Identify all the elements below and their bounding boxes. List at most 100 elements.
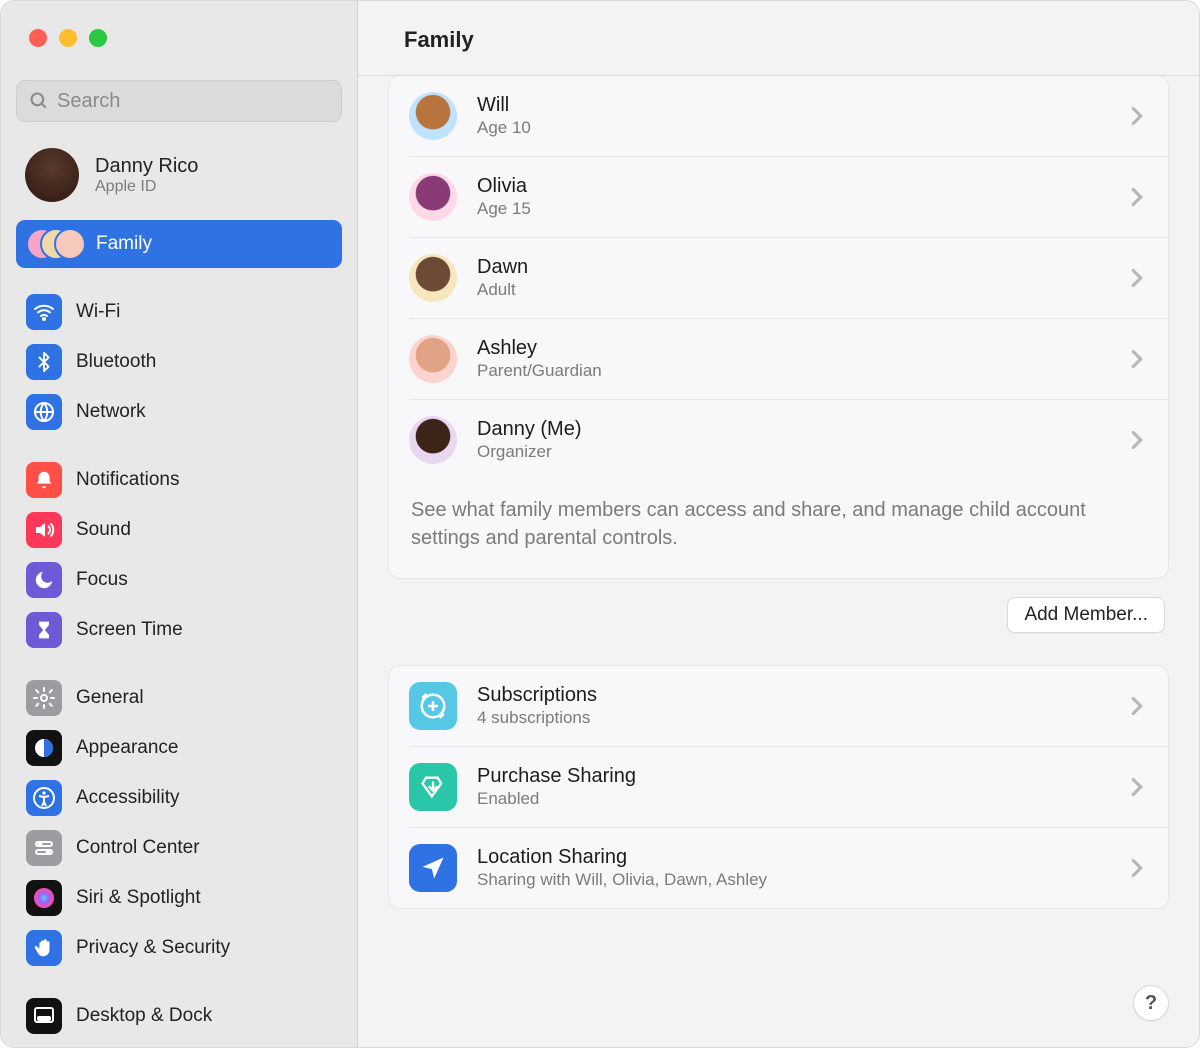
sidebar-item-label: Network bbox=[76, 401, 146, 423]
user-avatar bbox=[25, 148, 79, 202]
chevron-right-icon bbox=[1130, 777, 1148, 797]
family-avatars-icon bbox=[26, 226, 82, 262]
chevron-right-icon bbox=[1130, 187, 1148, 207]
appearance-icon bbox=[26, 730, 62, 766]
wifi-icon bbox=[26, 294, 62, 330]
feature-sub: 4 subscriptions bbox=[477, 708, 1110, 728]
sidebar-item-displays[interactable]: Displays bbox=[16, 1042, 342, 1047]
member-role: Adult bbox=[477, 280, 1110, 300]
family-member-row[interactable]: OliviaAge 15 bbox=[409, 156, 1168, 237]
sidebar-item-label: Appearance bbox=[76, 737, 178, 759]
family-member-row[interactable]: WillAge 10 bbox=[389, 76, 1168, 156]
sidebar-item-sound[interactable]: Sound bbox=[16, 506, 342, 554]
member-avatar bbox=[409, 254, 457, 302]
window-controls bbox=[1, 1, 357, 66]
sidebar-item-family[interactable]: Family bbox=[16, 220, 342, 268]
hand-icon bbox=[26, 930, 62, 966]
family-member-row[interactable]: Danny (Me)Organizer bbox=[409, 399, 1168, 480]
close-window-button[interactable] bbox=[29, 29, 47, 47]
purchase-icon bbox=[409, 763, 457, 811]
sidebar-nav: Family Wi-Fi Bluetooth Network Notification… bbox=[1, 220, 357, 1047]
member-name: Dawn bbox=[477, 256, 1110, 279]
search-input[interactable] bbox=[57, 90, 329, 113]
bell-icon bbox=[26, 462, 62, 498]
family-member-row[interactable]: DawnAdult bbox=[409, 237, 1168, 318]
feature-row-purchase-sharing[interactable]: Purchase SharingEnabled bbox=[409, 746, 1168, 827]
feature-title: Purchase Sharing bbox=[477, 765, 1110, 788]
dock-icon bbox=[26, 998, 62, 1034]
settings-window: Danny Rico Apple ID Family Wi-Fi Bluetoot… bbox=[0, 0, 1200, 1048]
switches-icon bbox=[26, 830, 62, 866]
chevron-right-icon bbox=[1130, 106, 1148, 126]
sidebar-item-label: Wi-Fi bbox=[76, 301, 120, 323]
member-name: Will bbox=[477, 94, 1110, 117]
sidebar-item-desktop-dock[interactable]: Desktop & Dock bbox=[16, 992, 342, 1040]
sidebar-item-label: Accessibility bbox=[76, 787, 179, 809]
member-role: Age 15 bbox=[477, 199, 1110, 219]
feature-title: Subscriptions bbox=[477, 684, 1110, 707]
sidebar: Danny Rico Apple ID Family Wi-Fi Bluetoot… bbox=[1, 1, 358, 1047]
sidebar-item-label: Desktop & Dock bbox=[76, 1005, 212, 1027]
main-pane: Family WillAge 10OliviaAge 15DawnAdultAs… bbox=[358, 1, 1199, 1047]
family-members-card: WillAge 10OliviaAge 15DawnAdultAshleyPar… bbox=[388, 76, 1169, 579]
sidebar-item-label: Bluetooth bbox=[76, 351, 156, 373]
page-title: Family bbox=[358, 1, 1199, 76]
feature-title: Location Sharing bbox=[477, 846, 1110, 869]
sidebar-item-focus[interactable]: Focus bbox=[16, 556, 342, 604]
sidebar-item-label: Privacy & Security bbox=[76, 937, 230, 959]
moon-icon bbox=[26, 562, 62, 598]
chevron-right-icon bbox=[1130, 858, 1148, 878]
family-member-row[interactable]: AshleyParent/Guardian bbox=[409, 318, 1168, 399]
gear-icon bbox=[26, 680, 62, 716]
member-avatar bbox=[409, 92, 457, 140]
sidebar-item-control-center[interactable]: Control Center bbox=[16, 824, 342, 872]
hourglass-icon bbox=[26, 612, 62, 648]
sidebar-item-appearance[interactable]: Appearance bbox=[16, 724, 342, 772]
sidebar-item-siri-spotlight[interactable]: Siri & Spotlight bbox=[16, 874, 342, 922]
search-field[interactable] bbox=[16, 80, 342, 122]
sidebar-item-label: Control Center bbox=[76, 837, 200, 859]
search-icon bbox=[29, 91, 49, 111]
member-name: Olivia bbox=[477, 175, 1110, 198]
accessibility-icon bbox=[26, 780, 62, 816]
sidebar-item-screen-time[interactable]: Screen Time bbox=[16, 606, 342, 654]
feature-row-location-sharing[interactable]: Location SharingSharing with Will, Olivi… bbox=[409, 827, 1168, 908]
sidebar-item-wi-fi[interactable]: Wi-Fi bbox=[16, 288, 342, 336]
help-button[interactable]: ? bbox=[1133, 985, 1169, 1021]
minimize-window-button[interactable] bbox=[59, 29, 77, 47]
sidebar-item-general[interactable]: General bbox=[16, 674, 342, 722]
sidebar-item-label: Family bbox=[96, 233, 152, 255]
sidebar-item-notifications[interactable]: Notifications bbox=[16, 456, 342, 504]
member-role: Organizer bbox=[477, 442, 1110, 462]
member-avatar bbox=[409, 173, 457, 221]
chevron-right-icon bbox=[1130, 349, 1148, 369]
account-sub: Apple ID bbox=[95, 178, 198, 196]
feature-sub: Sharing with Will, Olivia, Dawn, Ashley bbox=[477, 870, 1110, 890]
chevron-right-icon bbox=[1130, 268, 1148, 288]
add-member-button[interactable]: Add Member... bbox=[1007, 597, 1165, 633]
bluetooth-icon bbox=[26, 344, 62, 380]
apple-id-row[interactable]: Danny Rico Apple ID bbox=[1, 130, 357, 220]
feature-row-subscriptions[interactable]: Subscriptions4 subscriptions bbox=[389, 666, 1168, 746]
member-role: Parent/Guardian bbox=[477, 361, 1110, 381]
member-avatar bbox=[409, 416, 457, 464]
sidebar-item-label: Focus bbox=[76, 569, 128, 591]
feature-sub: Enabled bbox=[477, 789, 1110, 809]
sidebar-item-label: General bbox=[76, 687, 144, 709]
chevron-right-icon bbox=[1130, 696, 1148, 716]
sidebar-item-network[interactable]: Network bbox=[16, 388, 342, 436]
subscriptions-icon bbox=[409, 682, 457, 730]
sidebar-item-label: Siri & Spotlight bbox=[76, 887, 201, 909]
location-icon bbox=[409, 844, 457, 892]
sidebar-item-label: Screen Time bbox=[76, 619, 183, 641]
member-name: Danny (Me) bbox=[477, 418, 1110, 441]
sidebar-item-label: Sound bbox=[76, 519, 131, 541]
sidebar-item-privacy-security[interactable]: Privacy & Security bbox=[16, 924, 342, 972]
siri-icon bbox=[26, 880, 62, 916]
sidebar-item-accessibility[interactable]: Accessibility bbox=[16, 774, 342, 822]
family-features-card: Subscriptions4 subscriptionsPurchase Sha… bbox=[388, 665, 1169, 909]
sidebar-item-bluetooth[interactable]: Bluetooth bbox=[16, 338, 342, 386]
member-role: Age 10 bbox=[477, 118, 1110, 138]
fullscreen-window-button[interactable] bbox=[89, 29, 107, 47]
sound-icon bbox=[26, 512, 62, 548]
